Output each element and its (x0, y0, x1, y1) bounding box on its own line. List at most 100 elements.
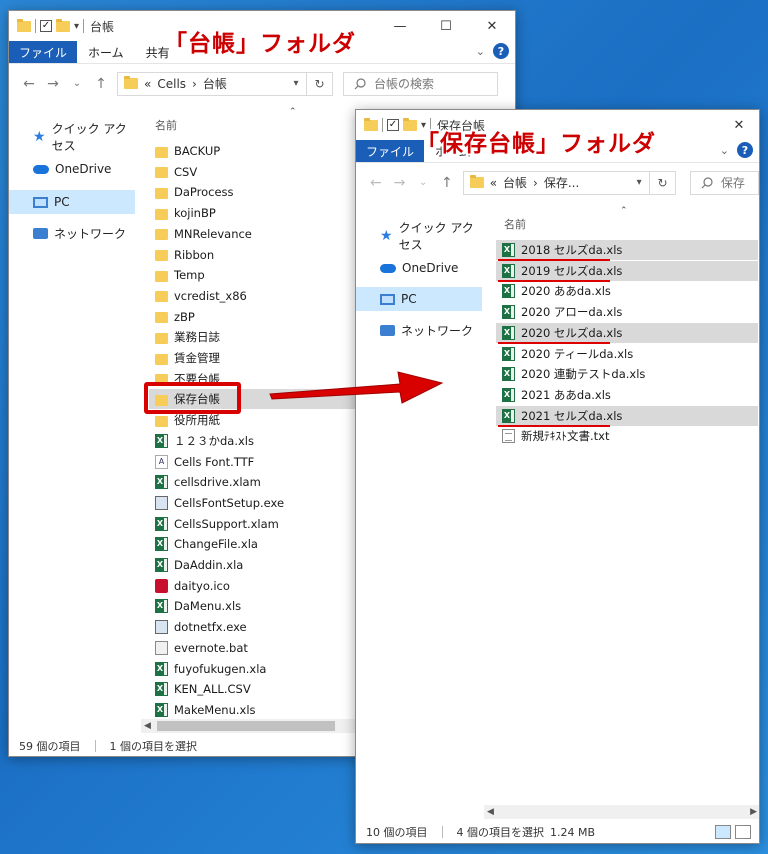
back-arrow-icon[interactable]: ← (364, 175, 388, 191)
scroll-left-icon[interactable]: ◀ (144, 719, 151, 733)
list-item[interactable]: dotnetfx.exe (149, 617, 361, 637)
list-item[interactable]: fuyofukugen.xla (149, 659, 361, 679)
new-folder-icon[interactable] (403, 117, 417, 131)
address-overflow[interactable]: « (144, 77, 151, 91)
breadcrumb-hozon[interactable]: 保存... (544, 174, 579, 191)
forward-arrow-icon[interactable]: → (41, 76, 65, 92)
list-item[interactable]: 2020 アローda.xls (496, 302, 758, 322)
list-item[interactable]: ChangeFile.xla (149, 534, 361, 554)
right-horizontal-scrollbar[interactable]: ◀ ▶ (484, 805, 759, 819)
list-item[interactable]: CellsFontSetup.exe (149, 493, 361, 513)
nav-quick-access[interactable]: ★ クイック アクセス (9, 122, 135, 153)
list-item[interactable]: 業務日誌 (149, 327, 361, 347)
list-item[interactable]: Temp (149, 265, 361, 285)
nav-onedrive[interactable]: OneDrive (356, 256, 482, 280)
scroll-right-icon[interactable]: ▶ (750, 805, 757, 819)
address-bar[interactable]: « Cells › 台帳 ▾ (117, 71, 307, 96)
nav-network[interactable]: ネットワーク (356, 318, 482, 342)
list-item[interactable]: cellsdrive.xlam (149, 472, 361, 492)
recent-chevron-icon[interactable]: ⌄ (65, 78, 89, 89)
help-icon[interactable]: ? (737, 142, 753, 158)
list-item[interactable]: MakeMenu.xls (149, 700, 361, 720)
scroll-left-icon[interactable]: ◀ (487, 805, 494, 819)
close-icon[interactable]: ✕ (469, 11, 515, 41)
breadcrumb-separator: › (192, 76, 197, 91)
list-item[interactable]: CSV (149, 162, 361, 182)
column-header-name[interactable]: 名前 (504, 216, 526, 232)
status-selected-count: 4 個の項目を選択 (456, 826, 545, 839)
details-view-icon[interactable] (715, 825, 731, 839)
back-arrow-icon[interactable]: ← (17, 76, 41, 92)
sort-caret-icon: ⌃ (289, 107, 297, 117)
list-item[interactable]: 2021 ああda.xls (496, 385, 758, 405)
list-item[interactable]: １２３かda.xls (149, 431, 361, 451)
list-item[interactable]: BACKUP (149, 141, 361, 161)
search-box[interactable]: 保存 (689, 170, 759, 195)
list-item[interactable]: 2018 セルズda.xls (496, 240, 758, 260)
list-item[interactable]: zBP (149, 307, 361, 327)
list-item[interactable]: 賃金管理 (149, 348, 361, 368)
nav-pc[interactable]: PC (9, 190, 135, 214)
address-overflow[interactable]: « (490, 176, 497, 190)
list-item-label: 2020 ああda.xls (521, 284, 611, 299)
properties-check-icon[interactable]: ✓ (40, 20, 52, 32)
list-item-label: BACKUP (174, 144, 221, 158)
nav-network[interactable]: ネットワーク (9, 221, 135, 245)
maximize-icon[interactable]: ☐ (423, 11, 469, 41)
nav-onedrive[interactable]: OneDrive (9, 157, 135, 181)
ribbon-expand-chevron-icon[interactable]: ⌄ (720, 144, 729, 157)
address-bar[interactable]: « 台帳 › 保存... ▾ (462, 170, 651, 195)
list-item[interactable]: DaProcess (149, 182, 361, 202)
large-icons-view-icon[interactable] (735, 825, 751, 839)
ribbon-expand-chevron-icon[interactable]: ⌄ (476, 45, 485, 58)
folder-icon (17, 18, 31, 32)
properties-check-icon[interactable]: ✓ (387, 119, 399, 131)
list-item[interactable]: DaMenu.xls (149, 596, 361, 616)
customize-chevron-icon[interactable]: ▾ (74, 21, 79, 32)
list-item[interactable]: 2020 ああda.xls (496, 281, 758, 301)
excel-file-icon (502, 305, 515, 320)
address-dropdown-icon[interactable]: ▾ (286, 78, 306, 89)
list-item[interactable]: evernote.bat (149, 638, 361, 658)
help-icon[interactable]: ? (493, 43, 509, 59)
list-item-label: CSV (174, 164, 198, 179)
list-item[interactable]: 2020 セルズda.xls (496, 322, 758, 343)
nav-pc[interactable]: PC (356, 287, 482, 311)
tab-file[interactable]: ファイル (356, 140, 425, 162)
list-item[interactable]: Ribbon (149, 245, 361, 265)
address-dropdown-icon[interactable]: ▾ (629, 177, 649, 188)
up-arrow-icon[interactable]: ↑ (89, 76, 113, 92)
list-item[interactable]: daityo.ico (149, 576, 361, 596)
minimize-icon[interactable]: — (377, 11, 423, 41)
list-item[interactable]: MNRelevance (149, 224, 361, 244)
tab-file[interactable]: ファイル (9, 41, 78, 63)
list-item[interactable]: 2020 連動テストda.xls (496, 364, 758, 384)
list-item[interactable]: 新規ﾃｷｽﾄ文書.txt (496, 426, 758, 446)
list-item[interactable]: 2019 セルズda.xls (496, 260, 758, 281)
refresh-button[interactable]: ↻ (307, 71, 333, 96)
search-box[interactable]: 台帳の検索 (343, 71, 498, 96)
breadcrumb-daicho[interactable]: 台帳 (503, 174, 527, 191)
column-header-name[interactable]: 名前 (155, 117, 177, 133)
list-item[interactable]: vcredist_x86 (149, 286, 361, 306)
list-item[interactable]: A Cells Font.TTF (149, 452, 361, 472)
list-item-label: 2021 ああda.xls (521, 387, 611, 402)
up-arrow-icon[interactable]: ↑ (435, 175, 459, 191)
scroll-thumb[interactable] (157, 721, 335, 731)
list-item[interactable]: CellsSupport.xlam (149, 514, 361, 534)
list-item[interactable]: KEN_ALL.CSV (149, 679, 361, 699)
list-item[interactable]: 2021 セルズda.xls (496, 405, 758, 426)
forward-arrow-icon[interactable]: → (388, 175, 412, 191)
nav-quick-access[interactable]: ★ クイック アクセス (356, 221, 482, 252)
list-item[interactable]: 2020 ティールda.xls (496, 344, 758, 364)
tab-home[interactable]: ホーム (77, 41, 135, 63)
search-icon (354, 77, 366, 89)
close-icon[interactable]: ✕ (719, 110, 759, 140)
breadcrumb-daicho[interactable]: 台帳 (203, 75, 227, 92)
recent-chevron-icon[interactable]: ⌄ (411, 177, 435, 188)
refresh-button[interactable]: ↻ (650, 170, 676, 195)
new-folder-icon[interactable] (56, 18, 70, 32)
list-item[interactable]: kojinBP (149, 203, 361, 223)
list-item[interactable]: DaAddin.xla (149, 555, 361, 575)
breadcrumb-cells[interactable]: Cells (157, 77, 186, 91)
